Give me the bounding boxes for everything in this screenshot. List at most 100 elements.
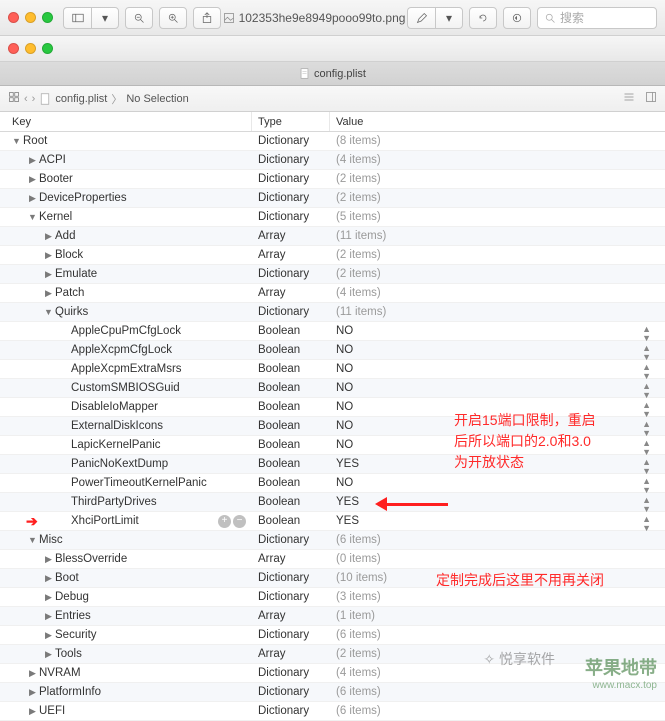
disclosure-triangle[interactable]: ▶ — [28, 687, 37, 698]
disclosure-triangle[interactable]: ▼ — [12, 136, 21, 146]
edit-dropdown-button[interactable]: ▾ — [435, 7, 463, 29]
plist-row[interactable]: ▶BlockArray(2 items) — [0, 246, 665, 265]
plist-row[interactable]: AppleCpuPmCfgLockBooleanNO▲▼ — [0, 322, 665, 341]
plist-row[interactable]: ▼MiscDictionary(6 items) — [0, 531, 665, 550]
column-key[interactable]: Key — [0, 112, 252, 131]
row-type: Array — [252, 610, 330, 622]
plist-row[interactable]: ▶ToolsArray(2 items) — [0, 645, 665, 664]
disclosure-triangle[interactable]: ▼ — [28, 535, 37, 545]
plist-row[interactable]: PowerTimeoutKernelPanicBooleanNO▲▼ — [0, 474, 665, 493]
row-value: (4 items) — [330, 154, 665, 166]
share-button[interactable] — [193, 7, 221, 29]
disclosure-triangle[interactable]: ▶ — [28, 155, 37, 166]
sidebar-dropdown-button[interactable]: ▾ — [91, 7, 119, 29]
row-key: AppleCpuPmCfgLock — [71, 325, 181, 337]
disclosure-triangle[interactable]: ▶ — [44, 592, 53, 603]
rotate-button[interactable] — [469, 7, 497, 29]
disclosure-triangle[interactable]: ▼ — [44, 307, 53, 317]
disclosure-triangle[interactable]: ▼ — [28, 212, 37, 222]
close-button-2[interactable] — [8, 43, 19, 54]
plist-row[interactable]: ▼RootDictionary(8 items) — [0, 132, 665, 151]
grid-icon[interactable] — [8, 91, 20, 106]
remove-button[interactable]: − — [233, 515, 246, 528]
panel-view-icon[interactable] — [645, 91, 657, 106]
row-key: PlatformInfo — [39, 686, 101, 698]
row-type: Array — [252, 287, 330, 299]
breadcrumb-file[interactable]: config.plist — [55, 93, 107, 105]
plist-row[interactable]: ▶ACPIDictionary(4 items) — [0, 151, 665, 170]
row-value[interactable]: YES▲▼ — [330, 515, 665, 527]
row-key: NVRAM — [39, 667, 81, 679]
row-value[interactable]: NO▲▼ — [330, 325, 665, 337]
disclosure-triangle[interactable]: ▶ — [28, 193, 37, 204]
disclosure-triangle[interactable]: ▶ — [44, 611, 53, 622]
disclosure-triangle[interactable]: ▶ — [44, 288, 53, 299]
close-button[interactable] — [8, 12, 19, 23]
row-value[interactable]: NO▲▼ — [330, 477, 665, 489]
plist-row[interactable]: ▶PatchArray(4 items) — [0, 284, 665, 303]
zoom-in-button[interactable] — [159, 7, 187, 29]
minimize-button-2[interactable] — [25, 43, 36, 54]
plist-row[interactable]: ▶EmulateDictionary(2 items) — [0, 265, 665, 284]
row-value[interactable]: NO▲▼ — [330, 382, 665, 394]
row-type: Dictionary — [252, 211, 330, 223]
row-key: DeviceProperties — [39, 192, 127, 204]
disclosure-triangle[interactable]: ▶ — [44, 250, 53, 261]
row-key: XhciPortLimit — [71, 515, 139, 527]
minimize-button[interactable] — [25, 12, 36, 23]
disclosure-triangle[interactable]: ▶ — [44, 649, 53, 660]
markup-button[interactable] — [503, 7, 531, 29]
plist-row[interactable]: ➔XhciPortLimit+−BooleanYES▲▼ — [0, 512, 665, 531]
row-value: (6 items) — [330, 534, 665, 546]
nav-forward-button[interactable]: › — [32, 93, 36, 105]
add-button[interactable]: + — [218, 515, 231, 528]
sidebar-toggle-button[interactable] — [63, 7, 91, 29]
disclosure-triangle[interactable]: ▶ — [44, 630, 53, 641]
tab-label[interactable]: config.plist — [314, 68, 366, 80]
disclosure-triangle[interactable]: ▶ — [44, 231, 53, 242]
disclosure-triangle[interactable]: ▶ — [44, 554, 53, 565]
plist-row[interactable]: ▶EntriesArray(1 item) — [0, 607, 665, 626]
plist-row[interactable]: ▶SecurityDictionary(6 items) — [0, 626, 665, 645]
window-title: 102353he9e8949pooo99to.png — [221, 11, 407, 25]
zoom-out-button[interactable] — [125, 7, 153, 29]
disclosure-triangle[interactable]: ▶ — [44, 269, 53, 280]
nav-back-button[interactable]: ‹ — [24, 93, 28, 105]
row-key: Root — [23, 135, 47, 147]
watermark-1: 苹果地带 www.macx.top — [585, 654, 657, 691]
row-type: Dictionary — [252, 629, 330, 641]
list-view-icon[interactable] — [623, 91, 635, 106]
row-value: (2 items) — [330, 249, 665, 261]
plist-row[interactable]: ▶DevicePropertiesDictionary(2 items) — [0, 189, 665, 208]
window-titlebar: ▾ 102353he9e8949pooo99to.png ▾ 搜索 — [0, 0, 665, 36]
row-type: Dictionary — [252, 572, 330, 584]
plist-row[interactable]: ▼KernelDictionary(5 items) — [0, 208, 665, 227]
row-key: BlessOverride — [55, 553, 127, 565]
edit-button[interactable] — [407, 7, 435, 29]
zoom-button-2[interactable] — [42, 43, 53, 54]
disclosure-triangle[interactable]: ▶ — [28, 668, 37, 679]
plist-row[interactable]: ThirdPartyDrivesBooleanYES▲▼ — [0, 493, 665, 512]
plist-row[interactable]: ▶BlessOverrideArray(0 items) — [0, 550, 665, 569]
row-value[interactable]: NO▲▼ — [330, 363, 665, 375]
plist-row[interactable]: ▶AddArray(11 items) — [0, 227, 665, 246]
plist-row[interactable]: ▶PlatformInfoDictionary(6 items) — [0, 683, 665, 702]
column-type[interactable]: Type — [252, 112, 330, 131]
row-key: UEFI — [39, 705, 65, 717]
plist-row[interactable]: ▶NVRAMDictionary(4 items) — [0, 664, 665, 683]
zoom-button[interactable] — [42, 12, 53, 23]
search-input[interactable]: 搜索 — [537, 7, 657, 29]
plist-row[interactable]: ▼QuirksDictionary(11 items) — [0, 303, 665, 322]
plist-row[interactable]: CustomSMBIOSGuidBooleanNO▲▼ — [0, 379, 665, 398]
row-key: Booter — [39, 173, 73, 185]
plist-row[interactable]: ▶UEFIDictionary(6 items) — [0, 702, 665, 721]
plist-row[interactable]: AppleXcpmExtraMsrsBooleanNO▲▼ — [0, 360, 665, 379]
tab-bar: config.plist — [0, 62, 665, 86]
disclosure-triangle[interactable]: ▶ — [28, 706, 37, 717]
row-value[interactable]: NO▲▼ — [330, 344, 665, 356]
disclosure-triangle[interactable]: ▶ — [28, 174, 37, 185]
column-value[interactable]: Value — [330, 112, 665, 131]
plist-row[interactable]: ▶BooterDictionary(2 items) — [0, 170, 665, 189]
plist-row[interactable]: AppleXcpmCfgLockBooleanNO▲▼ — [0, 341, 665, 360]
disclosure-triangle[interactable]: ▶ — [44, 573, 53, 584]
